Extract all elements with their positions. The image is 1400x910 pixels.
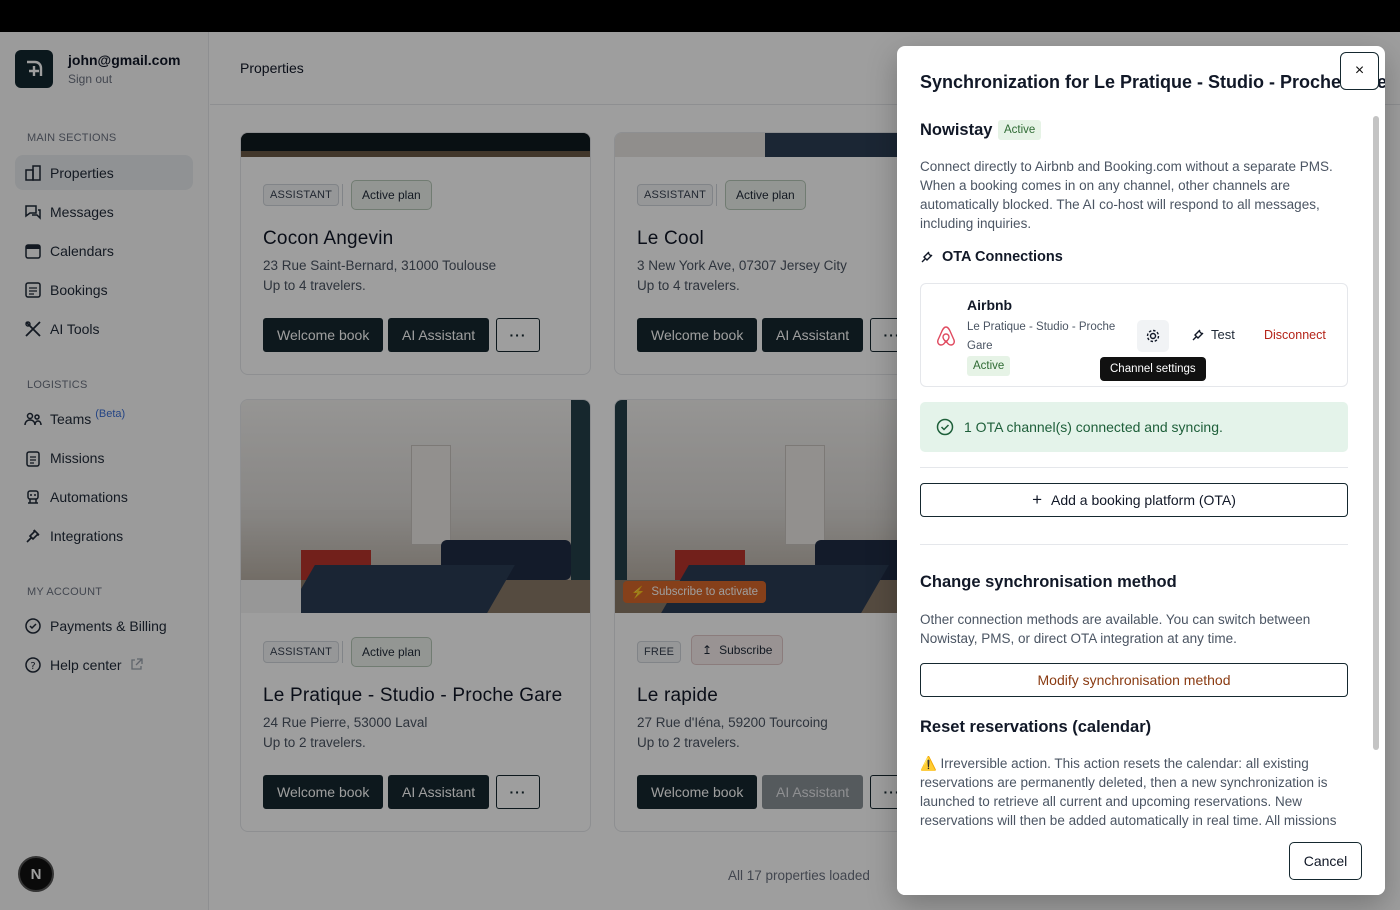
ota-property: Le Pratique - Studio - Proche Gare (967, 321, 1116, 352)
modify-sync-button[interactable]: Modify synchronisation method (920, 663, 1348, 697)
test-label: Test (1211, 327, 1235, 342)
sync-drawer: Synchronization for Le Pratique - Studio… (897, 46, 1385, 895)
gear-icon (1145, 328, 1161, 344)
check-circle-icon (936, 418, 954, 436)
disconnect-button[interactable]: Disconnect (1264, 328, 1326, 342)
plug-icon (1191, 328, 1205, 342)
cancel-button[interactable]: Cancel (1289, 842, 1362, 880)
scrollbar[interactable] (1373, 116, 1379, 750)
change-sync-heading: Change synchronisation method (920, 573, 1177, 591)
channel-settings-button[interactable] (1137, 320, 1169, 352)
drawer-title: Synchronization for Le Pratique - Studio… (920, 72, 1385, 92)
provider-status-badge: Active (998, 120, 1042, 140)
success-text: 1 OTA channel(s) connected and syncing. (964, 419, 1223, 435)
airbnb-icon (936, 325, 956, 352)
reset-heading: Reset reservations (calendar) (920, 718, 1152, 736)
test-button[interactable]: Test (1191, 327, 1235, 342)
reset-text: ⚠️ Irreversible action. This action rese… (920, 756, 1337, 828)
add-ota-label: Add a booking platform (OTA) (1051, 492, 1236, 508)
ota-heading-label: OTA Connections (942, 249, 1063, 265)
provider-name: Nowistay (920, 121, 993, 139)
add-ota-button[interactable]: + Add a booking platform (OTA) (920, 483, 1348, 517)
plug-icon (920, 250, 934, 264)
plus-icon: + (1032, 490, 1042, 509)
divider (920, 467, 1348, 468)
sync-success-banner: 1 OTA channel(s) connected and syncing. (920, 402, 1348, 452)
channel-settings-tooltip: Channel settings (1100, 357, 1206, 381)
divider (920, 544, 1348, 545)
ota-connections-heading: OTA Connections (920, 249, 1063, 265)
close-icon: × (1354, 62, 1365, 79)
change-sync-text: Other connection methods are available. … (920, 612, 1311, 646)
top-black-bar (0, 0, 1400, 32)
provider-description: Connect directly to Airbnb and Booking.c… (920, 159, 1333, 231)
ota-status-badge: Active (967, 356, 1011, 376)
ota-name: Airbnb (967, 297, 1013, 313)
close-button[interactable]: × (1340, 52, 1379, 90)
